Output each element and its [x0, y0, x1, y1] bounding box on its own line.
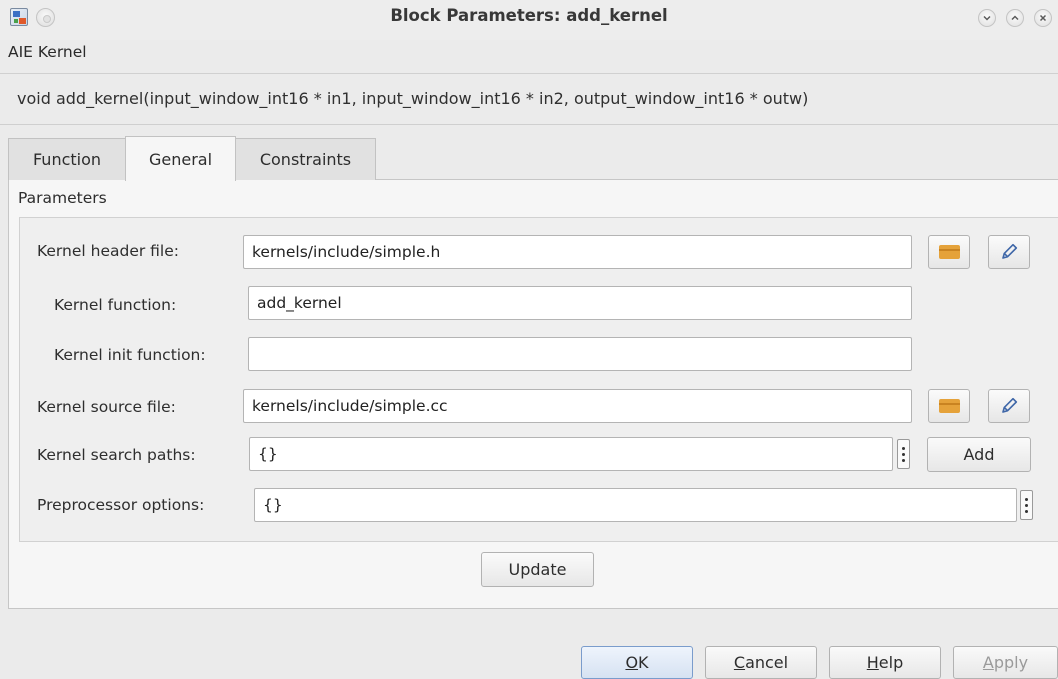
update-button-label: Update [508, 560, 567, 579]
kernel-search-paths-input[interactable] [258, 445, 884, 463]
ok-button-label: OK [625, 653, 649, 672]
tab-constraints[interactable]: Constraints [235, 138, 376, 180]
kernel-header-edit-button[interactable] [988, 235, 1030, 269]
help-button-label: Help [866, 653, 904, 672]
kernel-function-field[interactable] [248, 286, 912, 320]
kernel-source-edit-button[interactable] [988, 389, 1030, 423]
kernel-header-file-label: Kernel header file: [37, 242, 179, 260]
window-title: Block Parameters: add_kernel [390, 6, 668, 25]
kernel-source-file-field[interactable] [243, 389, 912, 423]
kernel-header-file-input[interactable] [252, 243, 903, 261]
tab-function-label: Function [32, 150, 102, 169]
kernel-function-label: Kernel function: [54, 296, 177, 314]
add-button-label: Add [963, 445, 995, 464]
pencil-icon [1002, 397, 1018, 413]
folder-icon [938, 245, 960, 259]
kernel-function-input[interactable] [257, 294, 903, 312]
parameters-group-label: Parameters [18, 189, 107, 207]
add-button[interactable]: Add [927, 437, 1031, 472]
kernel-source-file-input[interactable] [252, 397, 903, 415]
tab-general-label: General [148, 149, 213, 169]
kernel-search-paths-more-button[interactable] [897, 439, 910, 469]
kernel-search-paths-field[interactable] [249, 437, 893, 471]
preprocessor-options-field[interactable] [254, 488, 1017, 522]
tab-general[interactable]: General [125, 136, 236, 181]
tab-function[interactable]: Function [8, 138, 126, 180]
function-signature: void add_kernel(input_window_int16 * in1… [17, 89, 809, 108]
signature-divider [0, 124, 1058, 125]
apply-button[interactable]: Apply [953, 646, 1058, 679]
apply-button-label: Apply [982, 653, 1029, 672]
tab-constraints-label: Constraints [259, 150, 352, 169]
kernel-init-function-input[interactable] [257, 345, 903, 363]
help-button[interactable]: Help [829, 646, 941, 679]
pencil-icon [1002, 243, 1018, 259]
kernel-header-browse-button[interactable] [928, 235, 970, 269]
preprocessor-options-label: Preprocessor options: [37, 496, 205, 514]
preprocessor-options-more-button[interactable] [1020, 490, 1033, 520]
kernel-search-paths-label: Kernel search paths: [37, 446, 196, 464]
preprocessor-options-input[interactable] [263, 496, 1008, 514]
kernel-source-file-label: Kernel source file: [37, 398, 176, 416]
cancel-button[interactable]: Cancel [705, 646, 817, 679]
kernel-init-function-field[interactable] [248, 337, 912, 371]
block-type-label: AIE Kernel [8, 43, 87, 61]
minimize-icon[interactable] [978, 9, 996, 27]
close-icon[interactable] [1034, 9, 1052, 27]
cancel-button-label: Cancel [733, 653, 789, 672]
kernel-source-browse-button[interactable] [928, 389, 970, 423]
ok-button[interactable]: OK [581, 646, 693, 679]
header-divider [0, 73, 1058, 74]
folder-icon [938, 399, 960, 413]
kernel-header-file-field[interactable] [243, 235, 912, 269]
update-button[interactable]: Update [481, 552, 594, 587]
kernel-init-function-label: Kernel init function: [54, 346, 206, 364]
maximize-icon[interactable] [1006, 9, 1024, 27]
